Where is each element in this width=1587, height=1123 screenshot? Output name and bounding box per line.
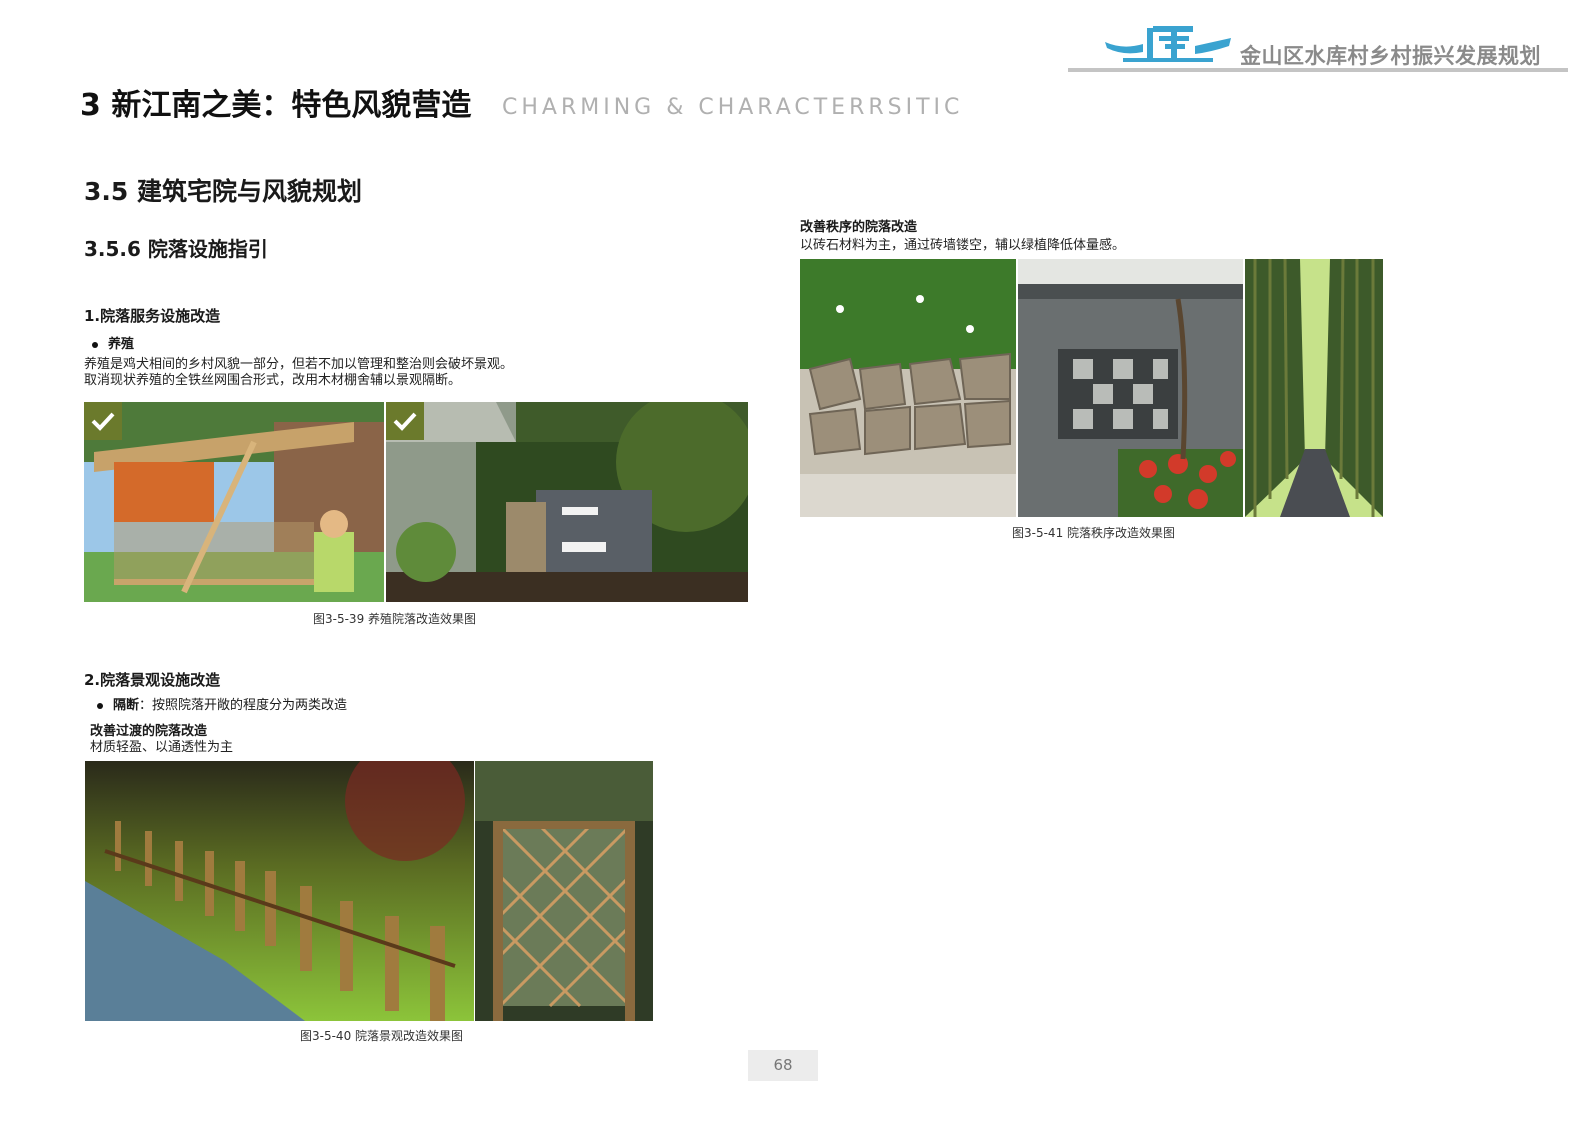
part1-paragraph-line1: 养殖是鸡犬相间的乡村风貌一部分，但若不加以管理和整治则会破坏景观。: [84, 357, 514, 372]
part2-bullet-text: ：按照院落开敞的程度分为两类改造: [139, 698, 348, 713]
bamboo-fence-photo: [85, 761, 474, 1021]
part1-bullet-label: 养殖: [108, 337, 135, 352]
checkmark-icon: [84, 402, 122, 440]
figure-caption-39: 图3-5-39 养殖院落改造效果图: [313, 612, 477, 626]
chapter-title: 3 新江南之美：特色风貌营造: [80, 88, 472, 123]
part2-bullet-label: 隔断: [113, 698, 140, 713]
part2-bullet: 隔断：按照院落开敞的程度分为两类改造: [97, 694, 347, 713]
part1-bullet: 养殖: [92, 333, 134, 352]
chicken-coop-photo: [84, 402, 384, 602]
checkmark-icon: [386, 402, 424, 440]
figure-caption-41: 图3-5-41 院落秩序改造效果图: [1012, 526, 1176, 540]
bamboo-path-photo: [1245, 259, 1383, 517]
lattice-gate-photo: [475, 761, 653, 1021]
bullet-dot: [97, 702, 103, 709]
part3-text: 以砖石材料为主，通过砖墙镂空，辅以绿植降低体量感。: [800, 238, 1126, 253]
modern-coop-photo: [386, 402, 748, 602]
brick-lattice-wall-photo: [1018, 259, 1243, 517]
subsection-title: 3.5.6 院落设施指引: [84, 237, 268, 261]
brand-logo: [1103, 22, 1233, 66]
figure-caption-40: 图3-5-40 院落景观改造效果图: [300, 1029, 464, 1043]
page-number: 68: [748, 1050, 818, 1081]
part3-label: 改善秩序的院落改造: [800, 220, 918, 235]
brand-title: 金山区水库村乡村振兴发展规划: [1240, 44, 1541, 68]
bullet-dot: [92, 341, 98, 348]
part2-sub-text: 材质轻盈、以通透性为主: [90, 740, 234, 755]
part2-heading: 2.院落景观设施改造: [84, 671, 221, 689]
part2-sub-label: 改善过渡的院落改造: [90, 724, 208, 739]
section-title: 3.5 建筑宅院与风貌规划: [84, 177, 362, 206]
stone-wall-ivy-photo: [800, 259, 1016, 517]
chapter-subtitle: CHARMING & CHARACTERRSITIC: [502, 95, 964, 120]
part1-heading: 1.院落服务设施改造: [84, 307, 221, 325]
part1-paragraph-line2: 取消现状养殖的全铁丝网围合形式，改用木材棚舍辅以景观隔断。: [84, 373, 462, 388]
header-divider: [1068, 68, 1568, 72]
